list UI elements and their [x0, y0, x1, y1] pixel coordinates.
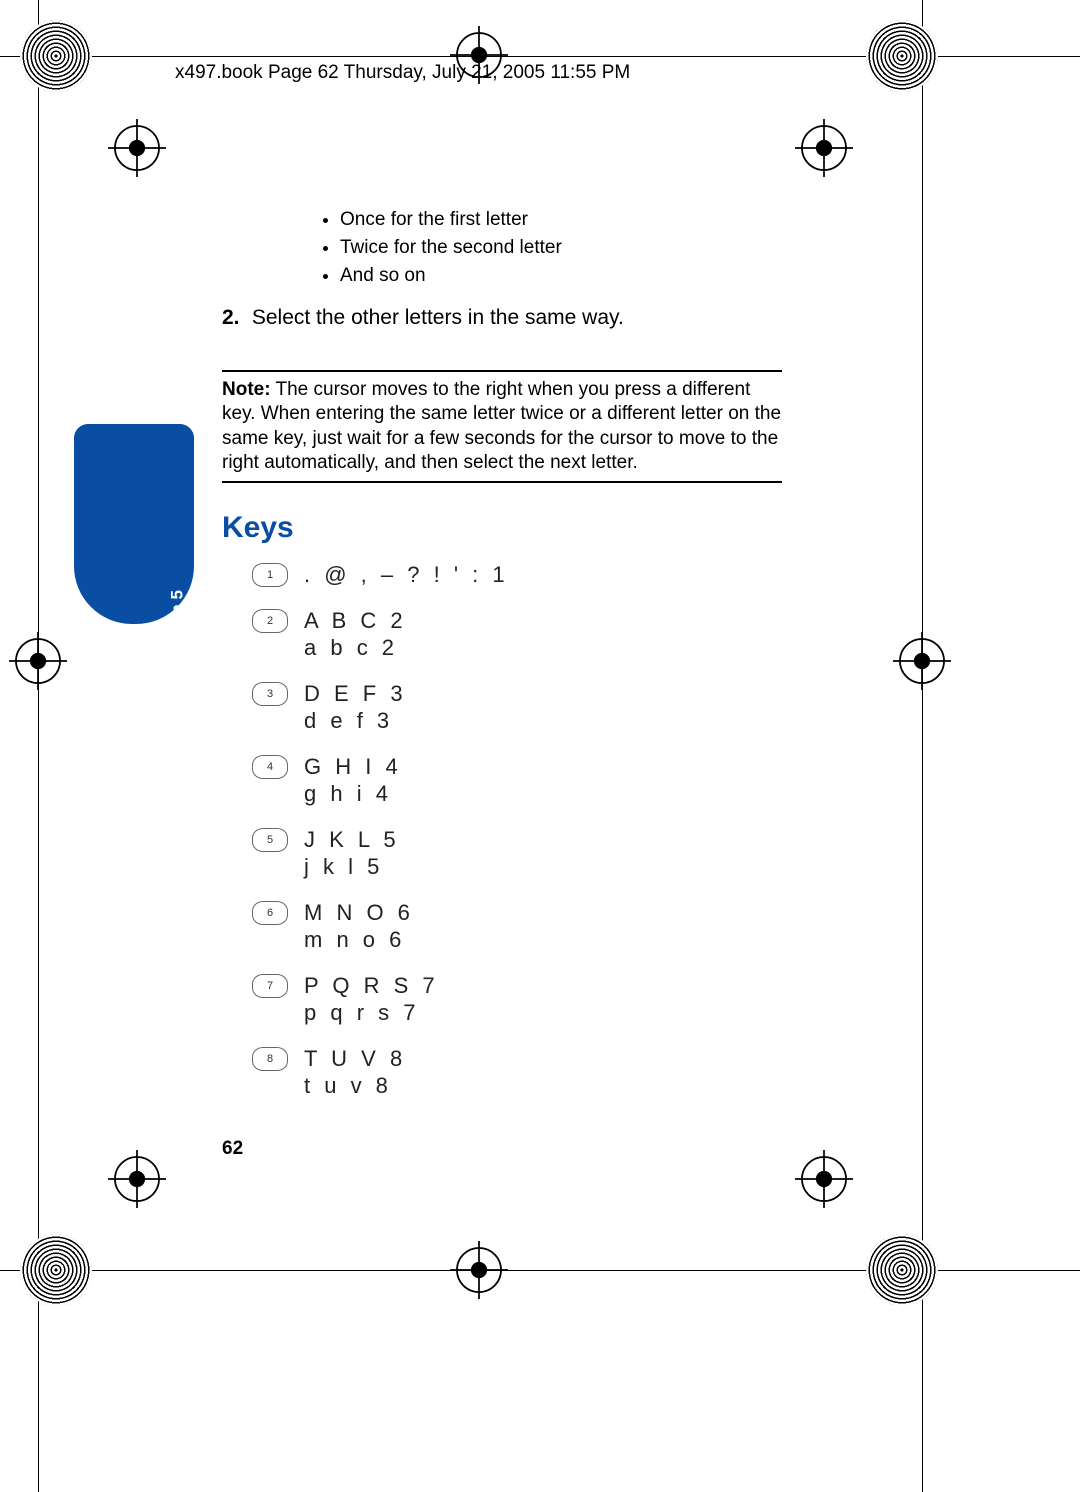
- key-row: 6 M N O 6 m n o 6: [252, 899, 782, 954]
- bullet-item: And so on: [340, 265, 782, 287]
- step-text: Select the other letters in the same way…: [252, 306, 624, 329]
- key-row: 2 A B C 2 a b c 2: [252, 607, 782, 662]
- section-tab-label: Section 5: [168, 590, 188, 666]
- key-chars: P Q R S 7 p q r s 7: [304, 972, 439, 1027]
- bullet-item: Twice for the second letter: [340, 237, 782, 259]
- registration-mark-icon: [450, 1241, 508, 1299]
- phone-key-icon: 3: [252, 682, 288, 706]
- key-row: 7 P Q R S 7 p q r s 7: [252, 972, 782, 1027]
- key-chars: D E F 3 d e f 3: [304, 680, 407, 735]
- key-row: 5 J K L 5 j k l 5: [252, 826, 782, 881]
- bullet-list: Once for the first letter Twice for the …: [300, 209, 782, 287]
- divider: [222, 481, 782, 483]
- divider: [222, 370, 782, 372]
- registration-mark-icon: [795, 119, 853, 177]
- section-heading: Keys: [222, 511, 782, 545]
- phone-key-icon: 5: [252, 828, 288, 852]
- bullet-item: Once for the first letter: [340, 209, 782, 231]
- key-row: 8 T U V 8 t u v 8: [252, 1045, 782, 1100]
- note-label: Note:: [222, 379, 271, 400]
- page-meta: x497.book Page 62 Thursday, July 21, 200…: [175, 62, 630, 84]
- page-number: 62: [222, 1138, 243, 1160]
- registration-mark-icon: [9, 632, 67, 690]
- registration-mark-icon: [893, 632, 951, 690]
- spiral-icon: [866, 20, 938, 92]
- key-chars: . @ , – ? ! ' : 1: [304, 561, 509, 589]
- key-chars: T U V 8 t u v 8: [304, 1045, 406, 1100]
- phone-key-icon: 1: [252, 563, 288, 587]
- page-content: Once for the first letter Twice for the …: [222, 190, 782, 1118]
- step-number: 2.: [222, 306, 246, 330]
- phone-key-icon: 2: [252, 609, 288, 633]
- key-chars: J K L 5 j k l 5: [304, 826, 400, 881]
- registration-mark-icon: [108, 119, 166, 177]
- note-block: Note: The cursor moves to the right when…: [222, 370, 782, 483]
- key-chars: G H I 4 g h i 4: [304, 753, 402, 808]
- key-chars: A B C 2 a b c 2: [304, 607, 407, 662]
- key-row: 3 D E F 3 d e f 3: [252, 680, 782, 735]
- registration-mark-icon: [795, 1150, 853, 1208]
- key-table: 1 . @ , – ? ! ' : 1 2 A B C 2 a b c 2 3 …: [252, 561, 782, 1100]
- registration-mark-icon: [108, 1150, 166, 1208]
- spiral-icon: [20, 1234, 92, 1306]
- phone-key-icon: 7: [252, 974, 288, 998]
- phone-key-icon: 6: [252, 901, 288, 925]
- spiral-icon: [20, 20, 92, 92]
- spiral-icon: [866, 1234, 938, 1306]
- section-tab: Section 5: [74, 424, 194, 624]
- note-body: The cursor moves to the right when you p…: [222, 379, 781, 473]
- key-row: 4 G H I 4 g h i 4: [252, 753, 782, 808]
- key-chars: M N O 6 m n o 6: [304, 899, 414, 954]
- key-row: 1 . @ , – ? ! ' : 1: [252, 561, 782, 589]
- phone-key-icon: 8: [252, 1047, 288, 1071]
- numbered-step: 2. Select the other letters in the same …: [222, 306, 782, 330]
- phone-key-icon: 4: [252, 755, 288, 779]
